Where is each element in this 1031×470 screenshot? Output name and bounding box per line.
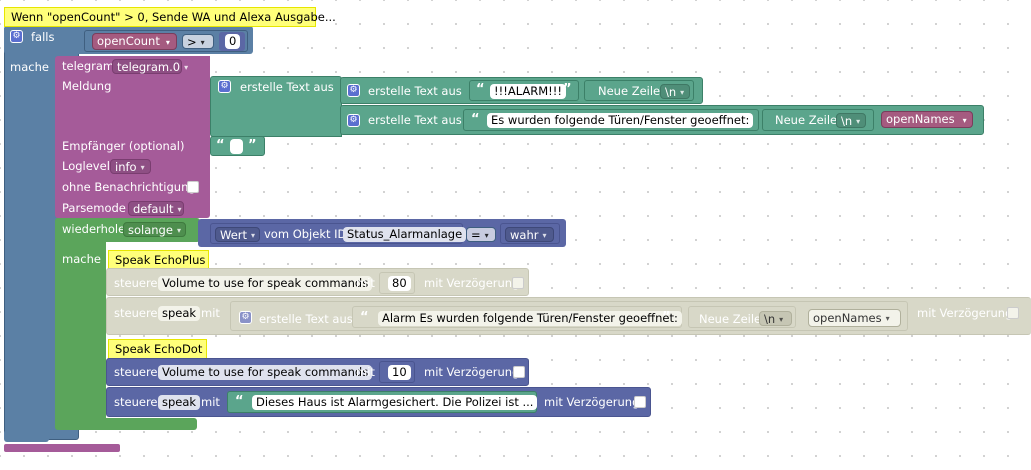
telegram-label: telegram <box>62 59 115 73</box>
parsemode-label: Parsemode <box>62 201 126 215</box>
comment-speak-echoplus[interactable]: Speak EchoPlus <box>108 250 209 270</box>
ohne-checkbox[interactable] <box>187 181 199 193</box>
speak-dot-speak-delay-checkbox[interactable] <box>634 396 646 408</box>
compare-operator-value: > <box>187 35 197 49</box>
opencount-variable[interactable]: openCount ▾ <box>92 33 177 50</box>
alarm-quote-close: ” <box>563 82 572 97</box>
speak-dot-volume-number[interactable]: 10 <box>388 365 411 380</box>
speak-plus-text-join-label: erstelle Text aus <box>259 312 353 326</box>
speak-dot-speak-steuere: steuere <box>114 395 158 409</box>
doors-quote-close: ” <box>736 112 745 127</box>
loglevel-value: info <box>115 160 137 174</box>
newline-label-doors: Neue Zeile <box>775 113 838 127</box>
opennames-variable-label: openNames <box>886 112 955 126</box>
boolean-dropdown[interactable]: wahr ▾ <box>505 227 554 242</box>
alarm-string-field[interactable]: !!!ALARM!!! <box>490 84 566 99</box>
loglevel-dropdown[interactable]: info ▾ <box>110 159 151 174</box>
text-join-alarm-label: erstelle Text aus <box>368 84 462 98</box>
text-join-doors-settings-icon[interactable]: ⚙ <box>347 114 360 127</box>
condition-operator-value: = <box>471 228 481 242</box>
speak-dot-volume-mit: mit <box>356 365 375 379</box>
while-block-bottom <box>55 418 197 430</box>
speak-plus-speak-delay-checkbox[interactable] <box>1007 307 1019 319</box>
ohne-label: ohne Benachrichtigung <box>62 180 196 194</box>
number-field[interactable]: 0 <box>225 34 240 49</box>
if-mache-label: mache <box>10 60 49 74</box>
meldung-label: Meldung <box>62 79 112 93</box>
comment-main[interactable]: Wenn "openCount" > 0, Sende WA und Alexa… <box>4 7 336 27</box>
speak-dot-quote-close: ” <box>518 394 527 409</box>
speak-dot-volume-steuere: steuere <box>114 365 158 379</box>
newline-value-doors: \n <box>841 114 853 128</box>
empfaenger-label: Empfänger (optional) <box>62 139 185 153</box>
speak-plus-speak-command[interactable]: speak <box>158 306 201 321</box>
empfaenger-quote-open: “ <box>216 138 225 153</box>
parsemode-dropdown[interactable]: default ▾ <box>128 201 184 216</box>
speak-plus-newline-value: \n <box>764 312 776 326</box>
while-label: wiederhole <box>62 222 126 236</box>
parsemode-value: default <box>133 202 174 216</box>
doors-string-field[interactable]: Es wurden folgende Türen/Fenster geoeffn… <box>487 113 754 128</box>
telegram-instance-dropdown[interactable]: telegram.0 ▾ <box>112 59 188 74</box>
empfaenger-text-field[interactable] <box>230 139 243 154</box>
if-settings-icon[interactable]: ⚙ <box>10 30 23 43</box>
if-falls-label: falls <box>31 30 55 44</box>
newline-dropdown-doors[interactable]: \n ▾ <box>836 113 866 128</box>
if-block-bottom <box>4 430 49 442</box>
speak-plus-opennames-dropdown[interactable]: openNames ▾ <box>808 309 901 327</box>
text-join-alarm-settings-icon[interactable]: ⚙ <box>347 84 360 97</box>
speak-plus-volume-steuere: steuere <box>114 276 158 290</box>
loglevel-label: Loglevel <box>62 159 110 173</box>
boolean-value: wahr <box>510 228 539 242</box>
speak-plus-newline-dropdown[interactable]: \n ▾ <box>759 311 792 326</box>
speak-plus-string-field[interactable]: Alarm Es wurden folgende Türen/Fenster g… <box>378 311 682 326</box>
speak-plus-newline-label: Neue Zeile <box>699 312 762 326</box>
condition-operator-dropdown[interactable]: = ▾ <box>466 227 496 242</box>
speak-dot-volume-command[interactable]: Volume to use for speak commands <box>158 365 373 380</box>
telegram-instance-value: telegram.0 <box>117 60 181 74</box>
while-block[interactable] <box>55 218 106 430</box>
speak-dot-speak-command[interactable]: speak <box>158 395 201 410</box>
newline-label-alarm: Neue Zeile <box>598 84 661 98</box>
speak-dot-volume-delay: mit Verzögerung <box>424 365 520 379</box>
speak-plus-quote-open: “ <box>360 310 369 325</box>
wert-value: Wert <box>220 228 248 242</box>
compare-operator-dropdown[interactable]: > ▾ <box>182 34 214 49</box>
speak-plus-speak-mit: mit <box>201 306 220 320</box>
text-join-outer-label: erstelle Text aus <box>240 80 334 94</box>
speak-plus-speak-steuere: steuere <box>114 306 158 320</box>
speak-plus-text-join-settings-icon[interactable]: ⚙ <box>239 311 252 324</box>
text-join-outer-settings-icon[interactable]: ⚙ <box>218 80 231 93</box>
while-mode-dropdown[interactable]: solange ▾ <box>123 222 186 237</box>
while-mache-label: mache <box>62 252 101 266</box>
bottom-next-connector <box>4 444 120 452</box>
vom-objekt-label: vom Objekt ID <box>264 227 347 241</box>
speak-plus-volume-delay: mit Verzögerung <box>424 276 520 290</box>
text-join-doors-label: erstelle Text aus <box>368 113 462 127</box>
speak-dot-speak-delay: mit Verzögerung <box>544 395 640 409</box>
doors-quote-open: “ <box>471 112 480 127</box>
empfaenger-quote-close: ” <box>248 138 257 153</box>
comment-speak-echodot[interactable]: Speak EchoDot <box>108 339 207 359</box>
speak-dot-quote-open: “ <box>235 394 244 409</box>
newline-value-alarm: \n <box>665 85 677 99</box>
speak-plus-opennames-value: openNames <box>813 311 882 325</box>
speak-plus-volume-command[interactable]: Volume to use for speak commands <box>158 276 373 291</box>
speak-plus-quote-close: ” <box>662 310 671 325</box>
speak-plus-volume-mit: mit <box>356 276 375 290</box>
speak-dot-volume-delay-checkbox[interactable] <box>513 366 525 378</box>
alarm-quote-open: “ <box>476 82 485 97</box>
wert-dropdown[interactable]: Wert ▾ <box>215 227 260 242</box>
speak-dot-speak-mit: mit <box>201 395 220 409</box>
newline-dropdown-alarm[interactable]: \n ▾ <box>660 84 690 99</box>
speak-plus-speak-delay: mit Verzögerung <box>917 306 1013 320</box>
speak-plus-volume-number[interactable]: 80 <box>388 276 411 291</box>
opencount-variable-label: openCount <box>97 34 160 48</box>
speak-plus-volume-delay-checkbox[interactable] <box>512 277 524 289</box>
while-mode-value: solange <box>128 223 173 237</box>
opennames-variable[interactable]: openNames ▾ <box>881 111 973 128</box>
object-id-field[interactable]: Status_Alarmanlage <box>343 227 467 242</box>
speak-dot-string-field[interactable]: Dieses Haus ist Alarmgesichert. Die Poli… <box>252 395 538 410</box>
